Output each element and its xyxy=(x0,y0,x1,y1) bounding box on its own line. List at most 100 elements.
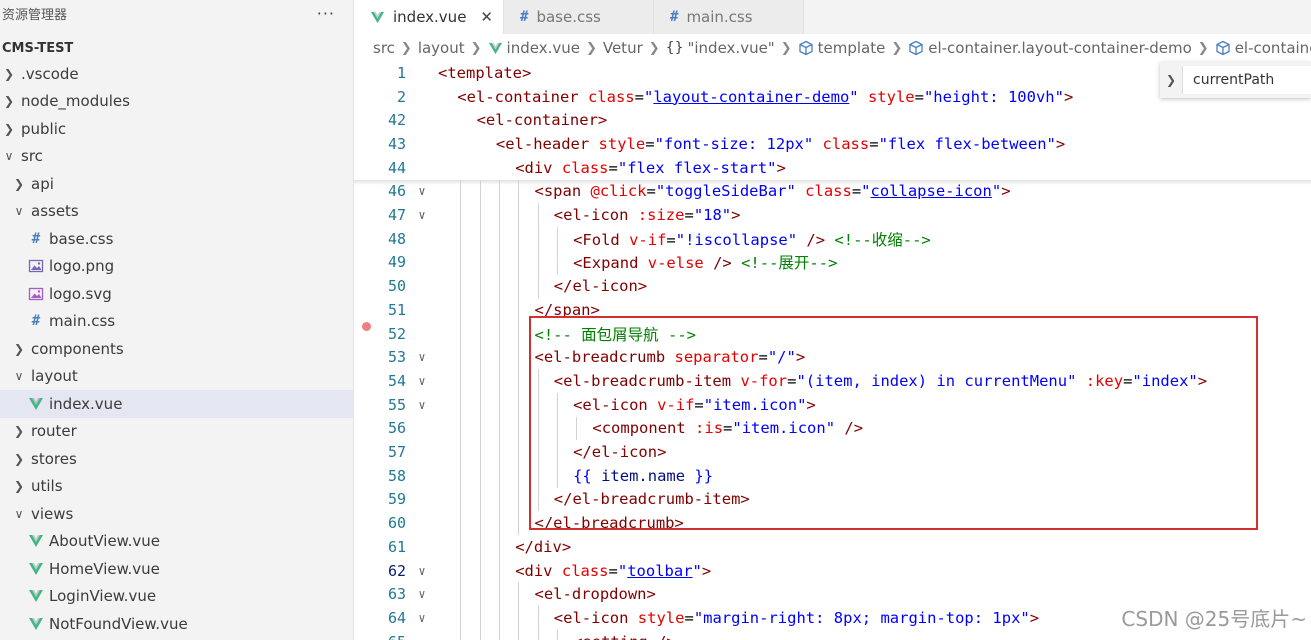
code-token: <div xyxy=(515,158,562,177)
more-actions-icon[interactable]: ··· xyxy=(317,4,335,23)
tree-folder[interactable]: ❯ api xyxy=(0,170,353,198)
fold-chevron-icon[interactable]: ∨ xyxy=(406,398,438,412)
code-token: = xyxy=(684,206,694,225)
code-token: > xyxy=(1001,182,1011,201)
tree-folder[interactable]: ❯ stores xyxy=(0,445,353,473)
chevron-right-icon: ❯ xyxy=(3,94,15,109)
fold-chevron-icon[interactable]: ∨ xyxy=(406,208,438,222)
code-line[interactable]: 62 ∨ <div class="toolbar"> xyxy=(354,559,1311,583)
breakpoint-hint-icon[interactable] xyxy=(362,322,371,331)
code-token: > xyxy=(1029,608,1040,627)
fold-chevron-icon[interactable]: ∨ xyxy=(406,350,438,364)
code-line[interactable]: 49 <Expand v-else /> <!--展开--> xyxy=(354,251,1311,275)
code-token: <span xyxy=(534,182,591,201)
code-token: v-if xyxy=(629,230,667,249)
code-token: <el-container> xyxy=(476,111,608,130)
indent-guide xyxy=(460,179,462,640)
tree-file[interactable]: # base.css xyxy=(0,225,353,253)
code-token: <template> xyxy=(438,63,532,82)
tree-folder[interactable]: ∨ src xyxy=(0,143,353,171)
code-line[interactable]: 44 <div class="flex flex-start"> xyxy=(354,156,1311,180)
project-root[interactable]: CMS-TEST xyxy=(0,36,353,60)
line-number: 53 xyxy=(387,348,406,367)
code-text: <el-container class="layout-container-de… xyxy=(457,88,1073,106)
code-token: = xyxy=(869,134,879,153)
code-token: /> xyxy=(713,254,742,273)
tab-base-css[interactable]: # base.css xyxy=(504,0,654,34)
tree-file[interactable]: logo.svg xyxy=(0,280,353,308)
tree-folder[interactable]: ❯ router xyxy=(0,418,353,446)
code-line[interactable]: 46 ∨ <span @click="toggleSideBar" class="c… xyxy=(354,180,1311,204)
line-number: 2 xyxy=(396,87,406,106)
code-line[interactable]: 47 ∨ <el-icon :size="18"> xyxy=(354,203,1311,227)
fold-chevron-icon[interactable]: ∨ xyxy=(406,564,438,578)
code-token: <el-icon xyxy=(553,608,638,627)
code-line[interactable]: 48 <Fold v-if="!iscollapse" /> <!--收缩--> xyxy=(354,227,1311,251)
breadcrumb-item[interactable]: layout xyxy=(418,39,465,57)
cube-icon xyxy=(798,40,814,56)
fold-chevron-icon[interactable]: ∨ xyxy=(406,611,438,625)
fold-chevron-icon[interactable]: ∨ xyxy=(406,587,438,601)
fold-chevron-icon[interactable]: ∨ xyxy=(406,374,438,388)
tree-item-label: src xyxy=(21,147,43,166)
line-number: 44 xyxy=(387,158,406,177)
breadcrumb-item[interactable]: Vetur xyxy=(603,39,643,57)
tree-folder[interactable]: ❯ utils xyxy=(0,473,353,501)
tree-item-label: logo.svg xyxy=(49,284,112,303)
code-line[interactable]: 50 </el-icon> xyxy=(354,274,1311,298)
breadcrumb-item[interactable]: index.vue xyxy=(507,39,580,57)
tree-item-label: utils xyxy=(31,477,63,496)
tree-folder[interactable]: ∨ assets xyxy=(0,198,353,226)
tree-folder[interactable]: ❯ .vscode xyxy=(0,60,353,88)
find-input[interactable]: currentPath xyxy=(1182,66,1311,94)
code-token: <!--展开--> xyxy=(741,254,838,273)
indent-guide xyxy=(556,226,558,275)
tree-file[interactable]: logo.png xyxy=(0,253,353,281)
tab-main-css[interactable]: # main.css xyxy=(654,0,804,34)
close-icon[interactable]: ✕ xyxy=(480,8,493,26)
code-token: <el-header xyxy=(495,134,599,153)
code-token: class xyxy=(587,87,635,106)
tree-file[interactable]: NotFoundView.vue xyxy=(0,610,353,638)
breadcrumb-item[interactable]: el-container xyxy=(1235,39,1311,57)
chevron-right-icon[interactable]: ❯ xyxy=(1160,73,1182,87)
tree-file[interactable]: AboutView.vue xyxy=(0,528,353,556)
code-line[interactable]: 43 <el-header style="font-size: 12px" cla… xyxy=(354,132,1311,156)
code-text: <div class="toolbar"> xyxy=(515,562,711,580)
code-text: <el-icon style="margin-right: 8px; margi… xyxy=(554,609,1039,627)
code-line[interactable]: 42 <el-container> xyxy=(354,108,1311,132)
code-text: </div> xyxy=(515,538,571,556)
chevron-right-icon: ❯ xyxy=(13,341,25,356)
tree-folder[interactable]: ∨ views xyxy=(0,500,353,528)
braces-icon: {} xyxy=(665,40,684,56)
breadcrumb-item[interactable]: src xyxy=(373,39,395,57)
tree-file[interactable]: LoginView.vue xyxy=(0,583,353,611)
breadcrumb-item[interactable]: "index.vue" xyxy=(687,39,774,57)
fold-chevron-icon[interactable]: ∨ xyxy=(406,184,438,198)
indent-guide xyxy=(518,582,520,640)
chevron-right-icon: ❯ xyxy=(13,176,25,191)
code-token: <!--收缩--> xyxy=(834,230,931,249)
tree-file[interactable]: index.vue xyxy=(0,390,353,418)
code-line[interactable]: 61 </div> xyxy=(354,535,1311,559)
tree-folder[interactable]: ❯ public xyxy=(0,115,353,143)
tab-index-vue[interactable]: index.vue ✕ xyxy=(354,0,504,34)
tree-file[interactable]: HomeView.vue xyxy=(0,555,353,583)
tree-folder[interactable]: ❯ components xyxy=(0,335,353,363)
tree-folder[interactable]: ∨ layout xyxy=(0,363,353,391)
chevron-down-icon: ∨ xyxy=(14,506,24,521)
tree-item-label: layout xyxy=(31,367,78,386)
code-token: "height: 100vh" xyxy=(923,87,1064,106)
line-number: 57 xyxy=(387,443,406,462)
line-number: 63 xyxy=(387,585,406,604)
tree-folder[interactable]: ❯ node_modules xyxy=(0,88,353,116)
line-number: 42 xyxy=(387,111,406,130)
code-token: = xyxy=(645,134,655,153)
tab-label: base.css xyxy=(536,8,601,26)
code-token: <setting /> xyxy=(573,633,676,640)
breadcrumb-item[interactable]: template xyxy=(818,39,886,57)
cube-icon xyxy=(908,40,924,56)
tree-file[interactable]: # main.css xyxy=(0,308,353,336)
breadcrumb-item[interactable]: el-container.layout-container-demo xyxy=(928,39,1192,57)
code-token: class xyxy=(805,182,852,201)
